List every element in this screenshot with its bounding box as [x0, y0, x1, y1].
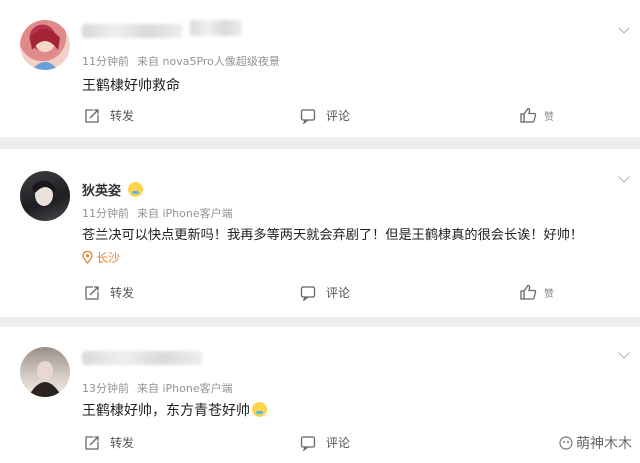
- comment-card: 狄英姿 11分钟前 来自 iPhone客户端 苍兰决可以快点更新吗！我再多等两天就…: [0, 149, 640, 317]
- comment-meta: 11分钟前 来自 nova5Pro人像超级夜景: [82, 53, 280, 69]
- repost-button[interactable]: 转发: [84, 107, 134, 124]
- watermark-text: 萌神木木: [576, 436, 632, 452]
- comment-button[interactable]: 评论: [300, 284, 350, 301]
- location-label: 长沙: [96, 251, 121, 265]
- repost-button[interactable]: 转发: [84, 284, 134, 301]
- action-bar: 转发 评论 赞: [0, 107, 640, 129]
- repost-label: 转发: [110, 286, 135, 300]
- comment-time: 11分钟前: [82, 207, 129, 220]
- chevron-down-icon[interactable]: [618, 347, 630, 359]
- avatar[interactable]: [20, 347, 70, 397]
- repost-icon: [85, 435, 99, 450]
- comment-label: 评论: [326, 436, 351, 450]
- comment-button[interactable]: 评论: [300, 434, 350, 451]
- avatar-image: [32, 180, 56, 206]
- repost-button[interactable]: 转发: [84, 434, 134, 451]
- avatar-image: [28, 361, 62, 397]
- comment-button[interactable]: 评论: [300, 107, 350, 124]
- comment-meta: 11分钟前 来自 iPhone客户端: [82, 205, 233, 221]
- crying-emoji-icon: [252, 402, 267, 417]
- repost-label: 转发: [110, 109, 135, 123]
- username-redacted: [82, 351, 202, 365]
- chevron-down-icon[interactable]: [618, 22, 630, 34]
- like-button[interactable]: 赞: [520, 284, 554, 300]
- thumbs-up-icon: [520, 284, 537, 300]
- comment-time: 13分钟前: [82, 382, 129, 395]
- comment-meta: 13分钟前 来自 iPhone客户端: [82, 380, 233, 396]
- comment-icon: [300, 435, 316, 451]
- chevron-down-icon[interactable]: [618, 171, 630, 183]
- location-pin-icon: [82, 251, 93, 264]
- action-bar: 转发 评论 赞: [0, 284, 640, 306]
- repost-icon: [85, 285, 99, 300]
- repost-icon: [85, 108, 99, 123]
- watermark: 萌神木木: [559, 433, 632, 453]
- comment-text-body: 王鹤棣好帅，东方青苍好帅: [82, 403, 250, 419]
- comment-text: 王鹤棣好帅，东方青苍好帅: [82, 400, 267, 420]
- repost-label: 转发: [110, 436, 135, 450]
- emoji-badge-icon: [127, 182, 143, 197]
- badge-redacted: [190, 20, 242, 36]
- comment-source: 来自 iPhone客户端: [137, 382, 233, 395]
- username-text: 狄英姿: [82, 184, 122, 199]
- comment-source: 来自 iPhone客户端: [137, 207, 233, 220]
- comment-card: 13分钟前 来自 iPhone客户端 王鹤棣好帅，东方青苍好帅 转发 评论 萌神木…: [0, 327, 640, 463]
- comment-time: 11分钟前: [82, 55, 129, 68]
- like-count: 赞: [544, 111, 554, 123]
- avatar[interactable]: [20, 171, 70, 221]
- comment-text: 王鹤棣好帅救命: [82, 78, 180, 94]
- comment-source: 来自 nova5Pro人像超级夜景: [137, 55, 280, 68]
- location-tag[interactable]: 长沙: [82, 249, 120, 266]
- comment-text: 苍兰决可以快点更新吗！我再多等两天就会弃剧了！但是王鹤棣真的很会长诶！好帅！: [82, 228, 584, 243]
- avatar[interactable]: [20, 20, 70, 70]
- action-bar: 转发 评论: [0, 434, 640, 456]
- avatar-image: [30, 29, 60, 70]
- comment-icon: [300, 285, 316, 301]
- like-count: 赞: [544, 288, 554, 300]
- watermark-logo-icon: [559, 436, 573, 450]
- comment-label: 评论: [326, 109, 351, 123]
- comment-card: 11分钟前 来自 nova5Pro人像超级夜景 王鹤棣好帅救命 转发 评论 赞: [0, 0, 640, 137]
- comment-label: 评论: [326, 286, 351, 300]
- comment-icon: [300, 108, 316, 124]
- thumbs-up-icon: [520, 107, 537, 123]
- username-redacted: [82, 24, 182, 38]
- username[interactable]: 狄英姿: [82, 180, 143, 199]
- like-button[interactable]: 赞: [520, 107, 554, 123]
